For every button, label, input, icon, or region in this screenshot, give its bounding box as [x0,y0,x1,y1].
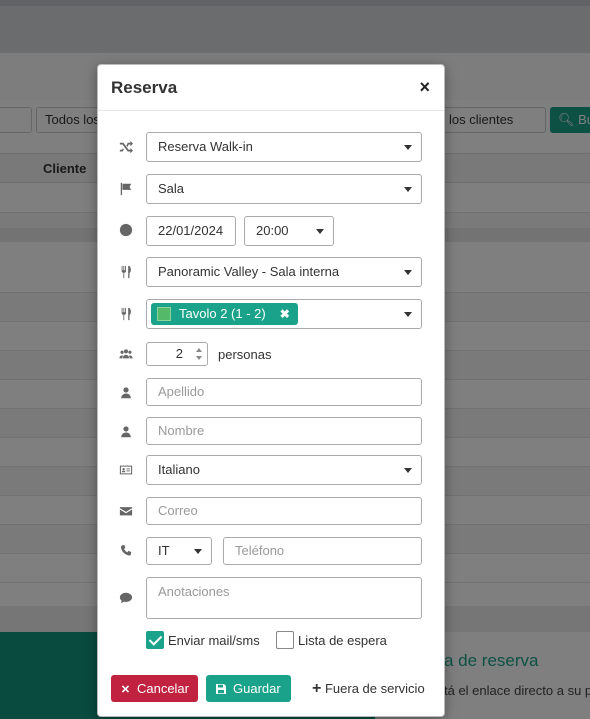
modal-title: Reserva [111,78,178,97]
shuffle-icon [118,140,134,156]
cutlery-icon [118,306,134,322]
cancel-label: Cancelar [136,681,189,696]
remove-tag-icon[interactable]: ✖ [280,303,290,325]
chevron-down-icon [404,468,412,473]
phone-country-value: IT [158,543,170,558]
stepper-up-icon[interactable] [196,348,202,352]
area-select[interactable]: Sala [146,174,422,204]
chevron-down-icon [404,312,412,317]
room-value: Panoramic Valley - Sala interna [158,264,340,279]
phone-input[interactable]: Teléfono [223,537,422,565]
chevron-down-icon [404,270,412,275]
comment-icon [118,590,134,606]
phone-country-select[interactable]: IT [146,537,212,565]
booking-type-select[interactable]: Reserva Walk-in [146,132,422,162]
language-select[interactable]: Italiano [146,455,422,485]
save-button[interactable]: Guardar [206,675,291,702]
people-count: 2 [175,346,183,361]
users-icon [118,346,134,362]
surname-input[interactable]: Apellido [146,378,422,406]
close-button[interactable]: × [419,77,430,97]
table-tag: Tavolo 2 (1 - 2) ✖ [151,303,298,325]
save-label: Guardar [233,681,281,696]
cancel-button[interactable]: Cancelar [111,675,198,702]
room-select[interactable]: Panoramic Valley - Sala interna [146,257,422,287]
plus-icon: + [312,680,322,697]
area-value: Sala [158,181,185,196]
send-mail-label: Enviar mail/sms [168,633,260,648]
envelope-icon [118,503,134,519]
send-mail-checkbox[interactable] [146,631,164,649]
phone-icon [118,543,134,559]
stepper-down-icon[interactable] [196,356,202,360]
reservation-modal: Reserva × Reserva Walk-in Sala 22/01/202… [97,64,445,717]
table-select[interactable]: Tavolo 2 (1 - 2) ✖ [146,299,422,329]
notes-textarea[interactable]: Anotaciones [146,577,422,619]
name-input[interactable]: Nombre [146,417,422,445]
chevron-down-icon [404,187,412,192]
chevron-down-icon [194,549,202,554]
language-value: Italiano [158,462,200,477]
waitlist-label: Lista de espera [298,633,387,648]
table-tag-label: Tavolo 2 (1 - 2) [179,306,266,321]
out-of-service-label: Fuera de servicio [324,681,425,696]
floppy-icon [216,683,226,694]
email-field[interactable]: Correo [146,497,422,525]
times-icon [121,684,130,693]
chevron-down-icon [404,145,412,150]
user-icon [118,424,134,440]
clock-icon [118,222,134,238]
modal-header: Reserva × [98,65,444,111]
chevron-down-icon [316,229,324,234]
date-input[interactable]: 22/01/2024 [146,216,236,246]
booking-type-value: Reserva Walk-in [158,139,253,154]
waitlist-checkbox[interactable] [276,631,294,649]
table-color-swatch [157,307,171,321]
flag-icon [118,181,134,197]
user-icon [118,385,134,401]
people-stepper[interactable]: 2 [146,342,208,366]
time-select[interactable]: 20:00 [244,216,334,246]
time-value: 20:00 [256,223,289,238]
cutlery-icon [118,264,134,280]
people-unit-label: personas [218,347,272,362]
id-card-icon [118,462,134,478]
out-of-service-button[interactable]: + Fuera de servicio [312,680,425,698]
